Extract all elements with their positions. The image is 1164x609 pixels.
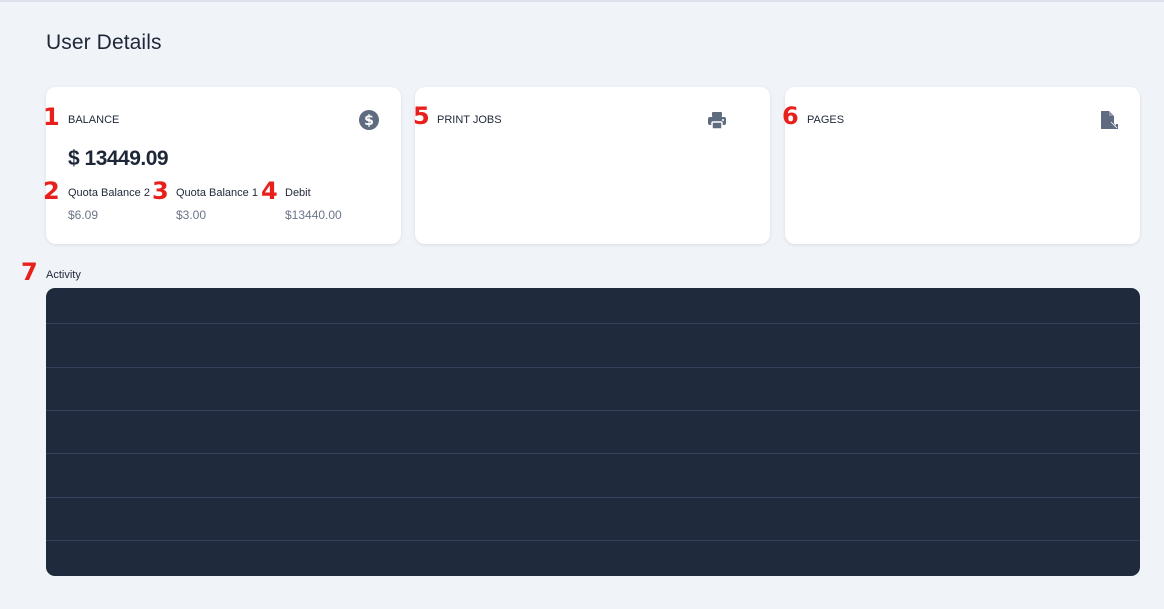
annotation-1: 1: [43, 103, 60, 131]
debit: Debit $13440.00: [285, 187, 342, 222]
activity-row-divider: [46, 367, 1140, 368]
print-jobs-label: PRINT JOBS: [437, 114, 502, 126]
quota-balance-2-value: $6.09: [68, 208, 99, 222]
pages-card: PAGES: [785, 87, 1140, 244]
activity-panel[interactable]: [46, 288, 1140, 576]
quota-balance-2: Quota Balance 2 $6.09: [68, 187, 150, 222]
annotation-7: 7: [21, 258, 38, 286]
print-jobs-card: PRINT JOBS: [415, 87, 770, 244]
activity-label: Activity: [46, 269, 81, 281]
page-title: User Details: [46, 31, 162, 54]
balance-label: BALANCE: [68, 114, 120, 126]
activity-row-divider: [46, 453, 1140, 454]
activity-row-divider: [46, 323, 1140, 324]
annotation-3: 3: [152, 177, 169, 205]
quota-balance-1-value: $3.00: [176, 208, 207, 222]
annotation-5: 5: [413, 102, 430, 130]
dollar-circle-icon: $: [358, 109, 380, 131]
svg-text:$: $: [364, 113, 374, 129]
pages-label: PAGES: [807, 114, 845, 126]
top-border: [0, 0, 1164, 2]
activity-row-divider: [46, 540, 1140, 541]
quota-balance-2-label: Quota Balance 2: [68, 187, 150, 199]
file-export-icon: [1098, 109, 1120, 131]
annotation-4: 4: [261, 177, 278, 205]
quota-balance-1-label: Quota Balance 1: [176, 187, 258, 199]
annotation-2: 2: [43, 177, 60, 205]
annotation-6: 6: [782, 102, 799, 130]
debit-label: Debit: [285, 187, 311, 199]
activity-row-divider: [46, 410, 1140, 411]
activity-row-divider: [46, 497, 1140, 498]
balance-card: BALANCE $ $ 13449.09 Quota Balance 2 $6.…: [46, 87, 401, 244]
printer-icon: [706, 109, 728, 131]
balance-amount: $ 13449.09: [68, 147, 169, 170]
quota-balance-1: Quota Balance 1 $3.00: [176, 187, 258, 222]
debit-value: $13440.00: [285, 208, 342, 222]
